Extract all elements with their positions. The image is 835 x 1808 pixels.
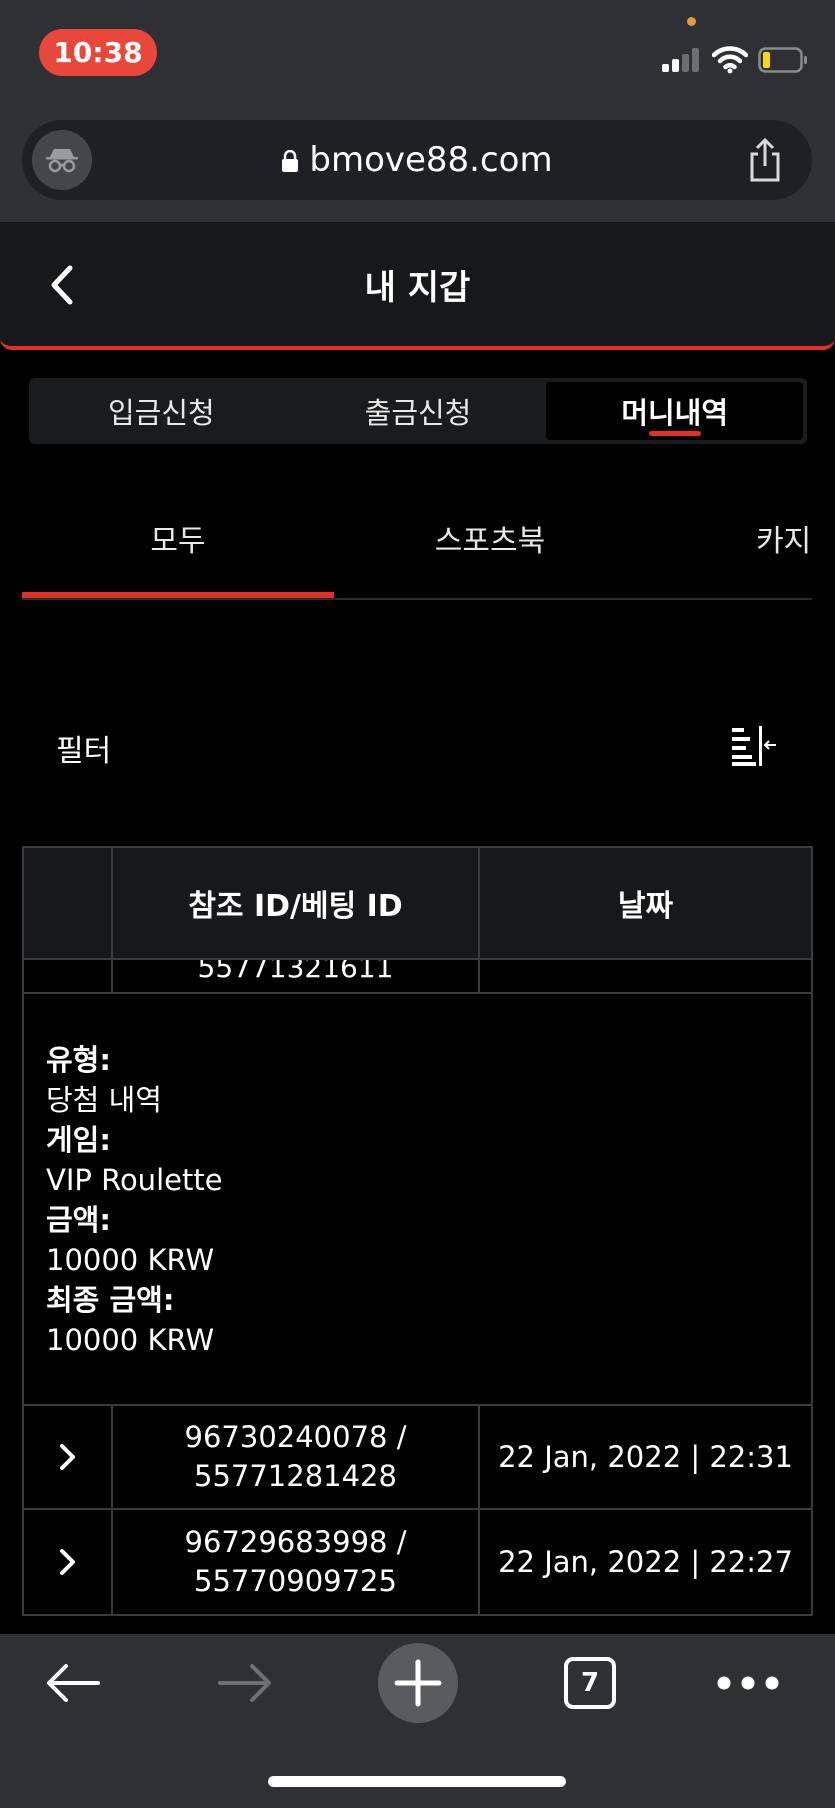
category-tabs: 모두 스포츠북 카지	[22, 488, 812, 600]
table-row[interactable]: 96730240078 / 55771281428 22 Jan, 2022 |…	[24, 1406, 811, 1510]
url-display[interactable]: bmove88.com	[22, 120, 812, 200]
more-button[interactable]	[716, 1634, 780, 1732]
forward-button[interactable]	[210, 1634, 280, 1732]
row-details: 유형: 당첨 내역 게임: VIP Roulette 금액: 10000 KRW…	[24, 994, 811, 1406]
incognito-icon	[46, 149, 78, 173]
tab-deposit[interactable]: 입금신청	[33, 382, 290, 440]
table-header: 참조 ID/베팅 ID 날짜	[24, 848, 811, 960]
ref-id-line1: 96730240078 /	[184, 1420, 407, 1454]
tab-money-history[interactable]: 머니내역	[546, 382, 804, 440]
table-row[interactable]: 55771321611	[24, 960, 811, 994]
expand-toggle[interactable]	[24, 1406, 113, 1508]
battery-icon	[758, 47, 807, 73]
tab-withdraw[interactable]: 출금신청	[290, 382, 547, 440]
type-value: 당첨 내역	[46, 1083, 162, 1117]
game-label: 게임:	[46, 1123, 111, 1157]
game-value: VIP Roulette	[46, 1163, 223, 1197]
wifi-icon	[712, 46, 748, 74]
cellular-signal-icon	[662, 48, 699, 72]
lock-icon	[282, 150, 299, 172]
date-cell: 22 Jan, 2022 | 22:31	[498, 1439, 793, 1474]
ref-id-line1: 96729683998 /	[184, 1525, 407, 1559]
type-label: 유형:	[46, 1043, 111, 1077]
history-table: 참조 ID/베팅 ID 날짜 55771321611 유형: 당첨 내역 게임:…	[22, 846, 813, 1616]
browser-chrome: 10:38 bmove88.com	[0, 0, 835, 222]
ref-id-cell: 96730240078 / 55771281428	[113, 1406, 480, 1508]
ref-id-line2: 55771281428	[194, 1459, 397, 1493]
back-button[interactable]	[38, 1634, 108, 1732]
url-text: bmove88.com	[309, 140, 553, 180]
ref-id-cell: 96729683998 / 55770909725	[113, 1510, 480, 1614]
category-tab-sportsbook[interactable]: 스포츠북	[334, 488, 646, 588]
mic-indicator-dot	[687, 17, 696, 26]
table-row[interactable]: 96729683998 / 55770909725 22 Jan, 2022 |…	[24, 1510, 811, 1614]
header-date: 날짜	[617, 889, 674, 924]
more-dots-icon	[717, 1676, 779, 1690]
amount-value: 10000 KRW	[46, 1243, 215, 1277]
category-tab-all[interactable]: 모두	[22, 488, 334, 588]
page-title: 내 지갑	[364, 267, 471, 308]
share-icon[interactable]	[746, 138, 784, 182]
chevron-right-icon	[59, 1549, 75, 1575]
arrow-left-icon	[47, 1664, 100, 1702]
final-amount-label: 최종 금액:	[46, 1283, 175, 1317]
tabs-button[interactable]: 7	[562, 1634, 618, 1732]
active-tab-indicator	[22, 592, 334, 598]
incognito-button[interactable]	[32, 130, 92, 190]
amount-label: 금액:	[46, 1203, 111, 1237]
home-indicator	[268, 1776, 566, 1787]
arrow-right-icon	[218, 1664, 271, 1702]
category-tab-casino[interactable]: 카지	[646, 488, 812, 588]
filter-icon[interactable]	[730, 724, 778, 768]
tab-count-icon: 7	[564, 1657, 616, 1709]
final-amount-value: 10000 KRW	[46, 1323, 215, 1357]
header-expand	[24, 848, 113, 958]
ref-id: 55771321611	[197, 960, 394, 984]
new-tab-button[interactable]	[377, 1634, 459, 1732]
ref-id-line2: 55770909725	[194, 1564, 397, 1598]
expand-toggle[interactable]	[24, 1510, 113, 1614]
status-time: 10:38	[39, 29, 157, 76]
chevron-right-icon	[59, 1444, 75, 1470]
plus-icon	[378, 1643, 458, 1723]
wallet-tabs: 입금신청 출금신청 머니내역	[29, 378, 807, 444]
app-header: 내 지갑	[0, 222, 835, 350]
tab-count: 7	[580, 1668, 600, 1698]
header-ref-id: 참조 ID/베팅 ID	[113, 848, 480, 958]
date-cell: 22 Jan, 2022 | 22:27	[498, 1544, 793, 1579]
filter-label[interactable]: 필터	[56, 726, 111, 770]
address-bar[interactable]: bmove88.com	[22, 120, 812, 200]
